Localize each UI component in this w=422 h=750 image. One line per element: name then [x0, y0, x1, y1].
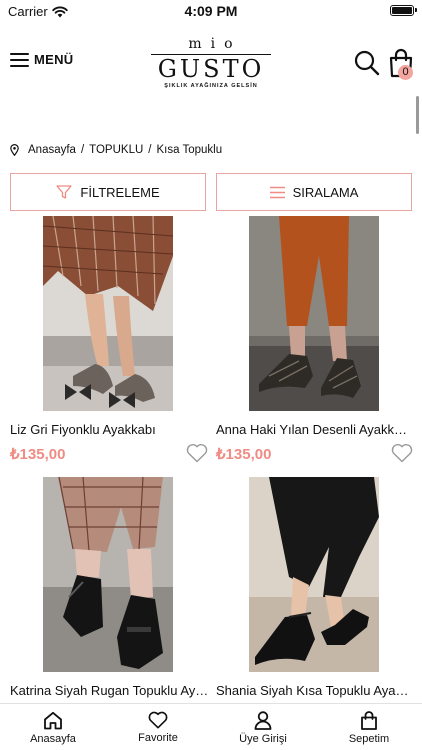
battery-icon [390, 5, 417, 16]
product-image[interactable] [249, 477, 379, 672]
product-image[interactable] [249, 216, 379, 411]
breadcrumb-current[interactable]: Kısa Topuklu [156, 144, 222, 156]
filter-label: FİLTRELEME [80, 184, 160, 200]
breadcrumb-home[interactable]: Anasayfa [28, 144, 76, 156]
logo-top-text: mio [188, 36, 242, 52]
favorite-heart-icon[interactable] [391, 443, 413, 463]
product-name[interactable]: Liz Gri Fiyonklu Ayakkabı [10, 422, 210, 437]
breadcrumb-separator: / [80, 144, 85, 156]
product-image[interactable] [43, 216, 173, 411]
tab-label: Sepetim [348, 733, 390, 745]
breadcrumb-separator: / [148, 144, 152, 156]
product-name[interactable]: Shania Siyah Kısa Topuklu Ayakkabı [216, 683, 412, 698]
funnel-icon [56, 185, 73, 199]
tab-home[interactable]: Anasayfa [13, 711, 93, 745]
bag-icon [361, 711, 377, 730]
tab-label: Üye Girişi [239, 733, 287, 745]
logo-main-text: GUSTO [157, 55, 265, 83]
product-name[interactable]: Katrina Siyah Rugan Topuklu Ayakkabı [10, 683, 210, 698]
location-pin-icon [10, 144, 19, 156]
tab-label: Anasayfa [30, 733, 76, 745]
sort-button[interactable]: SIRALAMA [216, 173, 412, 211]
brand-logo[interactable]: mio GUSTO ŞIKLIK AYAĞINIZA GELSİN [151, 36, 271, 89]
cart-count-badge: 0 [398, 65, 413, 80]
product-price: ₺135,00 [216, 446, 272, 463]
breadcrumb-category[interactable]: TOPUKLU [89, 144, 143, 156]
user-icon [254, 711, 272, 730]
product-image[interactable] [43, 477, 173, 672]
tab-favorite[interactable]: Favorite [118, 711, 198, 744]
breadcrumb: Anasayfa / TOPUKLU / Kısa Topuklu [10, 144, 222, 156]
menu-label: MENÜ [34, 52, 74, 67]
scroll-indicator [416, 96, 419, 134]
status-bar: Carrier 4:09 PM [0, 0, 422, 22]
app-header: MENÜ mio GUSTO ŞIKLIK AYAĞINIZA GELSİN [0, 28, 422, 98]
home-icon [44, 711, 62, 730]
bottom-tab-bar: Anasayfa Favorite Üye Girişi Sepetim [0, 703, 422, 750]
product-price: ₺135,00 [10, 446, 66, 463]
sort-lines-icon [269, 186, 285, 198]
filter-button[interactable]: FİLTRELEME [10, 173, 206, 211]
status-time: 4:09 PM [184, 3, 238, 19]
favorite-heart-icon[interactable] [186, 443, 208, 463]
heart-icon [148, 711, 168, 729]
search-icon[interactable] [354, 50, 380, 76]
sort-label: SIRALAMA [292, 184, 359, 200]
hamburger-icon [10, 52, 29, 67]
menu-button[interactable]: MENÜ [10, 52, 73, 67]
tab-label: Favorite [138, 732, 178, 744]
logo-tagline: ŞIKLIK AYAĞINIZA GELSİN [164, 83, 258, 89]
product-name[interactable]: Anna Haki Yılan Desenli Ayakkabı [216, 422, 412, 437]
tab-member-login[interactable]: Üye Girişi [223, 711, 303, 745]
tab-cart[interactable]: Sepetim [329, 711, 409, 745]
